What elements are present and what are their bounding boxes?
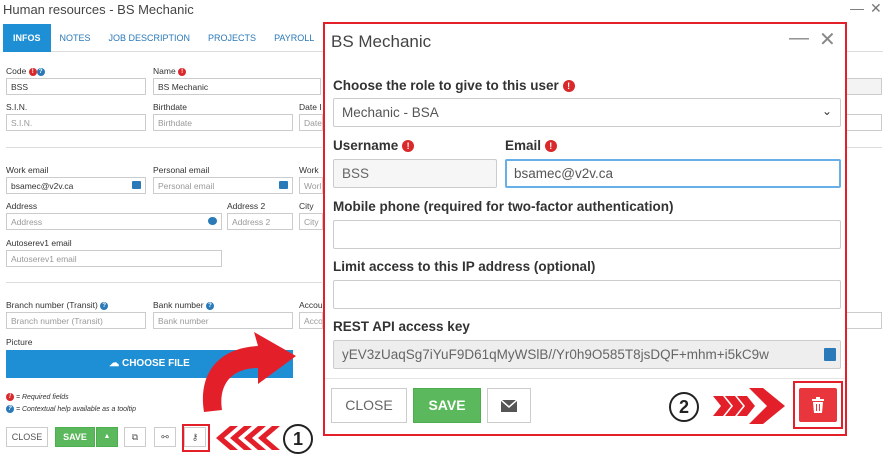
required-icon: ! xyxy=(178,67,187,76)
copy-icon[interactable] xyxy=(824,348,836,361)
divider xyxy=(325,378,845,379)
minimize-icon[interactable]: — xyxy=(789,27,809,50)
dialog-close-button[interactable]: CLOSE xyxy=(331,388,407,423)
envelope-icon xyxy=(500,399,518,413)
name-field[interactable]: BS Mechanic xyxy=(153,78,321,95)
step-1-badge: 1 xyxy=(283,424,313,454)
curved-arrow-icon xyxy=(202,332,296,412)
city-label: City xyxy=(299,201,314,211)
email-field[interactable]: bsamec@v2v.ca xyxy=(505,159,841,188)
link-icon[interactable]: ⚯ xyxy=(154,427,176,447)
ip-label: Limit access to this IP address (optiona… xyxy=(333,259,596,274)
help-icon: ? xyxy=(36,67,45,76)
picture-label: Picture xyxy=(6,337,33,347)
dialog-title: BS Mechanic xyxy=(331,32,432,51)
envelope-icon xyxy=(279,181,288,189)
bank-label: Bank number ? xyxy=(153,300,214,310)
tab-infos[interactable]: INFOS xyxy=(3,24,51,52)
dialog-save-button[interactable]: SAVE xyxy=(413,388,481,423)
birthdate-label: Birthdate xyxy=(153,102,188,112)
account-label: Accou xyxy=(299,300,323,310)
help-icon: ? xyxy=(205,301,214,310)
chevron-down-icon: ⌄ xyxy=(821,104,832,118)
date-field[interactable]: Date xyxy=(299,114,323,131)
close-icon[interactable]: ✕ xyxy=(870,0,882,17)
window-title: Human resources - BS Mechanic xyxy=(3,2,194,17)
branch-field[interactable]: Branch number (Transit) xyxy=(6,312,146,329)
copy-icon[interactable]: ⧉ xyxy=(124,427,146,447)
birthdate-field[interactable]: Birthdate xyxy=(153,114,293,131)
mobile-field[interactable] xyxy=(333,220,841,249)
save-options-caret[interactable]: ▲ xyxy=(96,427,118,447)
chevron-arrows-icon xyxy=(713,388,785,424)
city-field[interactable]: City xyxy=(299,213,323,230)
mobile-label: Mobile phone (required for two-factor au… xyxy=(333,199,674,214)
close-button[interactable]: CLOSE xyxy=(6,427,48,447)
username-label: Username ! xyxy=(333,138,415,153)
email-button[interactable] xyxy=(487,388,531,423)
tab-notes[interactable]: NOTES xyxy=(51,24,100,52)
legend-help: ? = Contextual help available as a toolt… xyxy=(6,405,136,413)
work-field[interactable]: Worl xyxy=(299,177,323,194)
required-icon: ! xyxy=(402,140,415,152)
divider xyxy=(6,282,322,283)
work-email-field[interactable]: bsamec@v2v.ca xyxy=(6,177,146,194)
personal-email-field[interactable]: Personal email xyxy=(153,177,293,194)
autoserev-field[interactable]: Autoserev1 email xyxy=(6,250,222,267)
tab-job-description[interactable]: JOB DESCRIPTION xyxy=(100,24,200,52)
help-icon: ? xyxy=(100,301,109,310)
date-label: Date I xyxy=(299,102,322,112)
sin-field[interactable]: S.I.N. xyxy=(6,114,146,131)
tab-payroll[interactable]: PAYROLL xyxy=(265,24,323,52)
globe-icon xyxy=(208,217,217,225)
required-icon: ! xyxy=(562,80,575,92)
code-label: Code !? xyxy=(6,66,45,76)
extra-field[interactable] xyxy=(846,312,882,329)
code-field[interactable]: BSS xyxy=(6,78,146,95)
address2-label: Address 2 xyxy=(227,201,266,211)
username-field[interactable]: BSS xyxy=(333,159,497,188)
api-key-label: REST API access key xyxy=(333,319,470,334)
autoserev-label: Autoserev1 email xyxy=(6,238,72,248)
minimize-icon[interactable]: — xyxy=(850,0,864,16)
address2-field[interactable]: Address 2 xyxy=(227,213,293,230)
envelope-icon xyxy=(132,181,141,189)
required-icon: ! xyxy=(28,67,37,76)
api-key-field[interactable]: yEV3zUaqSg7iYuF9D61qMyWSlB//Yr0h9O585T8j… xyxy=(333,340,841,369)
role-label: Choose the role to give to this user ! xyxy=(333,78,575,93)
legend-required: ! = Required fields xyxy=(6,393,69,401)
tab-projects[interactable]: PROJECTS xyxy=(199,24,265,52)
chevron-arrows-icon xyxy=(216,426,280,450)
work-label: Work xyxy=(299,165,319,175)
account-field[interactable]: Acco xyxy=(299,312,323,329)
user-access-dialog: BS Mechanic — ✕ Choose the role to give … xyxy=(323,22,847,436)
trash-icon xyxy=(812,397,824,413)
branch-label: Branch number (Transit) ? xyxy=(6,300,109,310)
email-label: Email ! xyxy=(505,138,557,153)
address-field[interactable]: Address xyxy=(6,213,222,230)
divider xyxy=(846,147,882,148)
divider xyxy=(6,147,322,148)
step-2-badge: 2 xyxy=(669,392,699,422)
address-label: Address xyxy=(6,201,38,211)
name-label: Name ! xyxy=(153,66,187,76)
save-button[interactable]: SAVE xyxy=(55,427,95,447)
readonly-field xyxy=(846,78,882,95)
personal-email-label: Personal email xyxy=(153,165,210,175)
delete-button[interactable] xyxy=(799,388,837,422)
help-icon: ? xyxy=(6,405,14,413)
cloud-upload-icon: ☁ xyxy=(109,358,120,369)
required-icon: ! xyxy=(544,140,557,152)
screen: Human resources - BS Mechanic — ✕ INFOS … xyxy=(0,0,888,461)
highlight-box xyxy=(182,424,210,452)
required-icon: ! xyxy=(6,393,14,401)
work-email-label: Work email xyxy=(6,165,49,175)
role-select[interactable]: Mechanic - BSA ⌄ xyxy=(333,98,841,127)
extra-field[interactable] xyxy=(846,114,882,131)
sin-label: S.I.N. xyxy=(6,102,28,112)
close-icon[interactable]: ✕ xyxy=(819,27,836,52)
ip-field[interactable] xyxy=(333,280,841,309)
